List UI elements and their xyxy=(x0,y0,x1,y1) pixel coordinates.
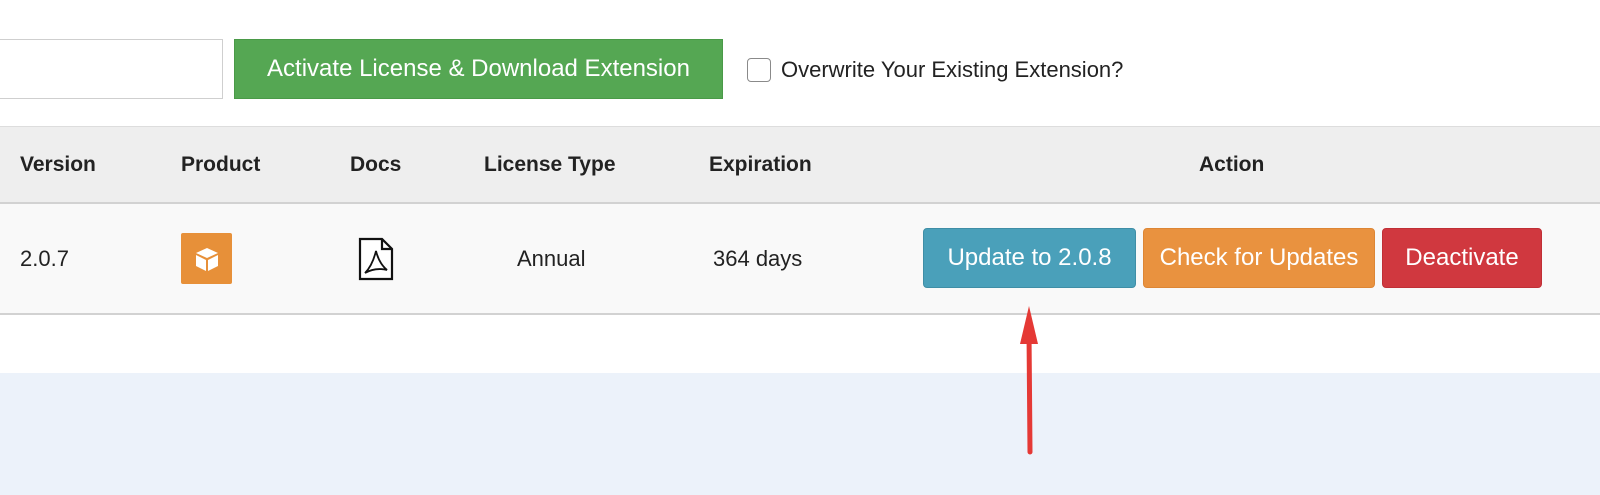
spacer xyxy=(0,315,1600,373)
footer-band xyxy=(0,373,1600,495)
header-license-type: License Type xyxy=(484,153,616,176)
table-header: Version Product Docs License Type Expira… xyxy=(0,126,1600,204)
table-row: 2.0.7 Annual 364 days Update to 2.0.8 Ch… xyxy=(0,204,1600,315)
cell-version: 2.0.7 xyxy=(20,245,69,271)
header-action: Action xyxy=(1199,153,1265,176)
overwrite-label: Overwrite Your Existing Extension? xyxy=(781,57,1124,82)
cell-expiration: 364 days xyxy=(713,245,803,271)
activate-license-download-button[interactable]: Activate License & Download Extension xyxy=(234,39,723,99)
overwrite-checkbox[interactable] xyxy=(747,58,771,82)
cell-product xyxy=(181,204,232,313)
annotation-arrow-icon xyxy=(1020,306,1038,455)
deactivate-button[interactable]: Deactivate xyxy=(1382,228,1542,288)
cell-license-type: Annual xyxy=(517,245,586,271)
header-docs: Docs xyxy=(350,153,402,176)
header-expiration: Expiration xyxy=(709,153,812,176)
header-product: Product xyxy=(181,153,261,176)
pdf-icon[interactable] xyxy=(357,237,395,281)
box-icon[interactable] xyxy=(181,233,232,284)
license-key-input[interactable] xyxy=(0,39,223,99)
cell-docs xyxy=(357,204,395,313)
update-button[interactable]: Update to 2.0.8 xyxy=(923,228,1136,288)
check-for-updates-button[interactable]: Check for Updates xyxy=(1143,228,1375,288)
overwrite-option: Overwrite Your Existing Extension? xyxy=(747,55,1123,85)
header-version: Version xyxy=(20,153,96,176)
